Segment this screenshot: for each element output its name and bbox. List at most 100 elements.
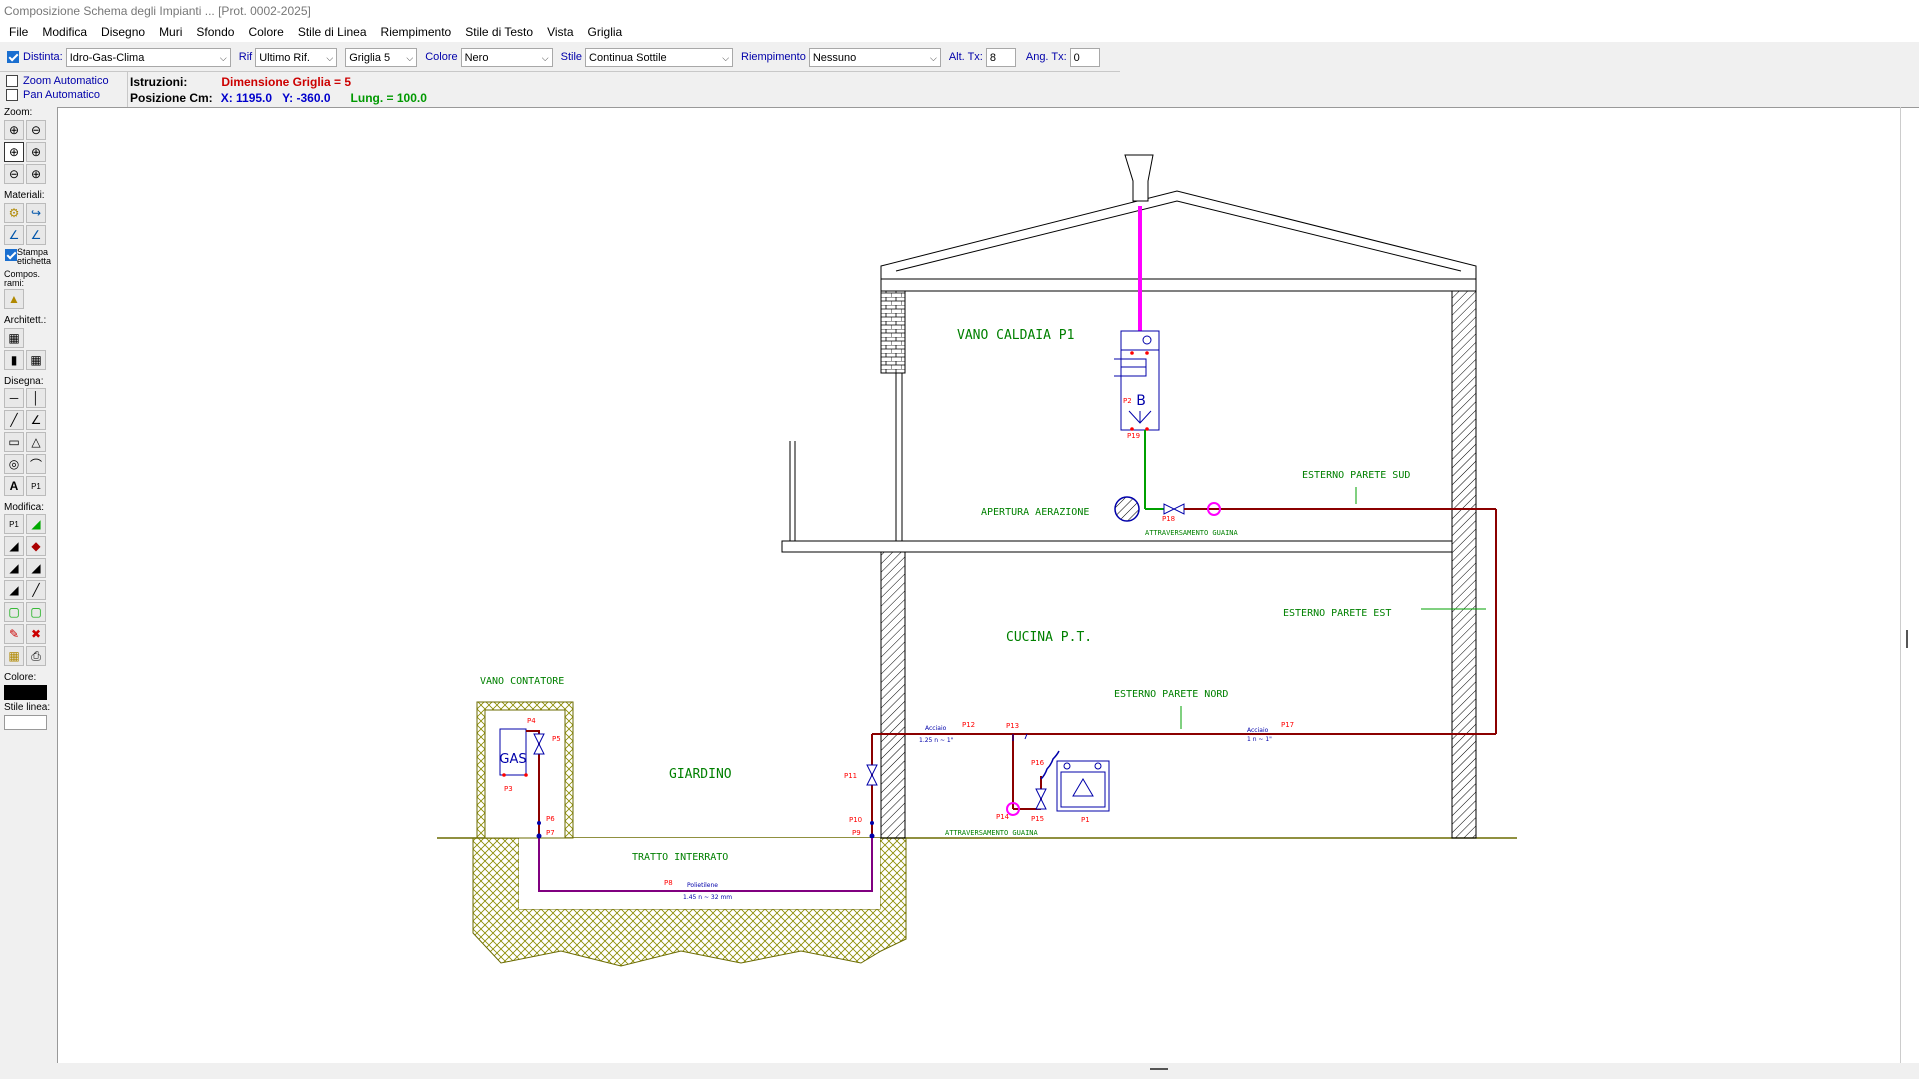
menu-modifica[interactable]: Modifica bbox=[35, 25, 94, 39]
compos-rami-label: Compos. rami: bbox=[4, 270, 40, 288]
alt-tx-input[interactable]: 8 bbox=[985, 47, 1016, 67]
edit-stretch-icon[interactable]: ◢ bbox=[4, 536, 24, 556]
edit-erase-icon[interactable]: ✎ bbox=[4, 624, 24, 644]
draw-polygon-icon[interactable]: △ bbox=[26, 432, 46, 452]
zoom-in-icon[interactable]: ⊕ bbox=[4, 120, 24, 140]
schematic-drawing: B GAS VANO CALDAIA P1 APERTURA AERAZIONE bbox=[437, 154, 1517, 967]
point-label: P19 bbox=[1127, 432, 1140, 440]
rami-label: rami: bbox=[4, 278, 24, 288]
instructions-panel: Istruzioni: Dimensione Griglia = 5 Posizi… bbox=[130, 74, 427, 106]
menu-stile-linea[interactable]: Stile di Linea bbox=[291, 25, 374, 39]
compose-branches-icon[interactable]: ▲ bbox=[4, 289, 24, 309]
zoom-window-icon[interactable]: ⊕ bbox=[4, 142, 24, 162]
material-line-icon[interactable]: ∠ bbox=[4, 225, 24, 245]
point-label: P17 bbox=[1281, 721, 1294, 729]
boiler-top bbox=[1120, 330, 1160, 351]
material-pipe-icon[interactable]: ↪ bbox=[26, 203, 46, 223]
grid-icon[interactable]: ▦ bbox=[4, 646, 24, 666]
ang-tx-label: Ang. Tx: bbox=[1025, 51, 1067, 63]
architecture-door-icon[interactable]: ▮ bbox=[4, 350, 24, 370]
canvas-right-border bbox=[1900, 107, 1901, 1065]
print-icon[interactable]: ⎙ bbox=[26, 646, 46, 666]
edit-node-icon[interactable]: ◆ bbox=[26, 536, 46, 556]
chevron-down-icon: ⌵ bbox=[219, 52, 227, 63]
draw-rectangle-icon[interactable]: ▭ bbox=[4, 432, 24, 452]
architecture-stairs-icon[interactable]: ▦ bbox=[4, 328, 24, 348]
draw-polyline-icon[interactable]: ∠ bbox=[26, 410, 46, 430]
point-label: P16 bbox=[1031, 759, 1045, 767]
horizontal-scrollbar[interactable] bbox=[57, 1063, 1919, 1079]
pan-auto-option[interactable]: Pan Automatico bbox=[6, 88, 109, 102]
label-vano-contatore: VANO CONTATORE bbox=[480, 676, 564, 687]
roof bbox=[880, 190, 1477, 280]
draw-vline-icon[interactable]: │ bbox=[26, 388, 46, 408]
rif-value: Ultimo Rif. bbox=[259, 51, 310, 64]
riempimento-select[interactable]: Nessuno ⌵ bbox=[808, 47, 941, 67]
material-angle-icon[interactable]: ∠ bbox=[26, 225, 46, 245]
edit-rotate-icon[interactable]: ◢ bbox=[4, 558, 24, 578]
stile-select[interactable]: Continua Sottile ⌵ bbox=[585, 47, 734, 67]
current-color-swatch[interactable] bbox=[4, 685, 47, 700]
zoom-auto-checkbox[interactable] bbox=[6, 75, 18, 87]
draw-circle-icon[interactable]: ◎ bbox=[4, 454, 24, 474]
splitter-handle-vertical[interactable] bbox=[1906, 630, 1908, 648]
colore-section-label: Colore: bbox=[4, 672, 37, 683]
griglia-select[interactable]: Griglia 5 ⌵ bbox=[345, 47, 418, 67]
point-label: P10 bbox=[849, 816, 862, 824]
edit-move-icon[interactable]: ◢ bbox=[26, 514, 46, 534]
menu-riempimento[interactable]: Riempimento bbox=[374, 25, 459, 39]
zoom-all-icon[interactable]: ⊕ bbox=[26, 164, 46, 184]
menu-disegno[interactable]: Disegno bbox=[94, 25, 152, 39]
splitter-handle-horizontal[interactable] bbox=[1150, 1068, 1168, 1070]
menu-stile-testo[interactable]: Stile di Testo bbox=[458, 25, 540, 39]
draw-line-icon[interactable]: ╱ bbox=[4, 410, 24, 430]
edit-delete-icon[interactable]: ✖ bbox=[26, 624, 46, 644]
chevron-down-icon: ⌵ bbox=[326, 52, 334, 63]
menu-colore[interactable]: Colore bbox=[241, 25, 290, 39]
stampa-etichetta-checkbox[interactable] bbox=[5, 249, 17, 261]
edit-duplicate-icon[interactable]: ▢ bbox=[26, 602, 46, 622]
point-label: P13 bbox=[1006, 722, 1019, 730]
label-giardino: GIARDINO bbox=[669, 767, 732, 782]
label-attraversamento-2: ATTRAVERSAMENTO GUAINA bbox=[945, 829, 1039, 837]
architett-section-label: Architett.: bbox=[4, 315, 47, 326]
distinta-checkbox[interactable] bbox=[7, 51, 19, 63]
ang-tx-input[interactable]: 0 bbox=[1069, 47, 1100, 67]
edit-trim-icon[interactable]: ╱ bbox=[26, 580, 46, 600]
menu-sfondo[interactable]: Sfondo bbox=[189, 25, 241, 39]
draw-label-icon[interactable]: P1 bbox=[26, 476, 46, 496]
riempimento-value: Nessuno bbox=[812, 51, 857, 64]
distinta-select[interactable]: Idro-Gas-Clima ⌵ bbox=[65, 47, 231, 67]
material-component-icon[interactable]: ⚙ bbox=[4, 203, 24, 223]
zoom-prev-icon[interactable]: ⊖ bbox=[4, 164, 24, 184]
current-line-style[interactable] bbox=[4, 715, 47, 730]
edit-mirror-icon[interactable]: ◢ bbox=[26, 558, 46, 578]
architecture-window-icon[interactable]: ▦ bbox=[26, 350, 46, 370]
stile-value: Continua Sottile bbox=[589, 51, 667, 64]
menu-griglia[interactable]: Griglia bbox=[581, 25, 630, 39]
zoom-out-icon[interactable]: ⊖ bbox=[26, 120, 46, 140]
label-tratto-interrato: TRATTO INTERRATO bbox=[632, 852, 728, 863]
point-label: P12 bbox=[962, 721, 975, 729]
edit-label-icon[interactable]: P1 bbox=[4, 514, 24, 534]
pan-auto-checkbox[interactable] bbox=[6, 89, 18, 101]
drawing-canvas[interactable]: B GAS VANO CALDAIA P1 APERTURA AERAZIONE bbox=[57, 107, 1919, 1065]
edit-scale-icon[interactable]: ◢ bbox=[4, 580, 24, 600]
point-label: P3 bbox=[504, 785, 513, 793]
stampa-etichetta-label: Stampa etichetta bbox=[17, 248, 51, 266]
alt-tx-label: Alt. Tx: bbox=[948, 51, 983, 63]
draw-arc-icon[interactable]: ⌒ bbox=[26, 454, 46, 474]
menu-muri[interactable]: Muri bbox=[152, 25, 189, 39]
colore-select[interactable]: Nero ⌵ bbox=[460, 47, 553, 67]
draw-text-icon[interactable]: A bbox=[4, 476, 24, 496]
zoom-auto-option[interactable]: Zoom Automatico bbox=[6, 74, 109, 88]
rif-select[interactable]: Ultimo Rif. ⌵ bbox=[255, 47, 338, 67]
zoom-extents-icon[interactable]: ⊕ bbox=[26, 142, 46, 162]
draw-hline-icon[interactable]: ─ bbox=[4, 388, 24, 408]
menu-vista[interactable]: Vista bbox=[540, 25, 580, 39]
stile-linea-section-label: Stile linea: bbox=[4, 702, 51, 713]
position-x: X: 1195.0 bbox=[220, 91, 273, 105]
menu-file[interactable]: File bbox=[2, 25, 35, 39]
chevron-down-icon: ⌵ bbox=[930, 52, 937, 63]
edit-copy-icon[interactable]: ▢ bbox=[4, 602, 24, 622]
